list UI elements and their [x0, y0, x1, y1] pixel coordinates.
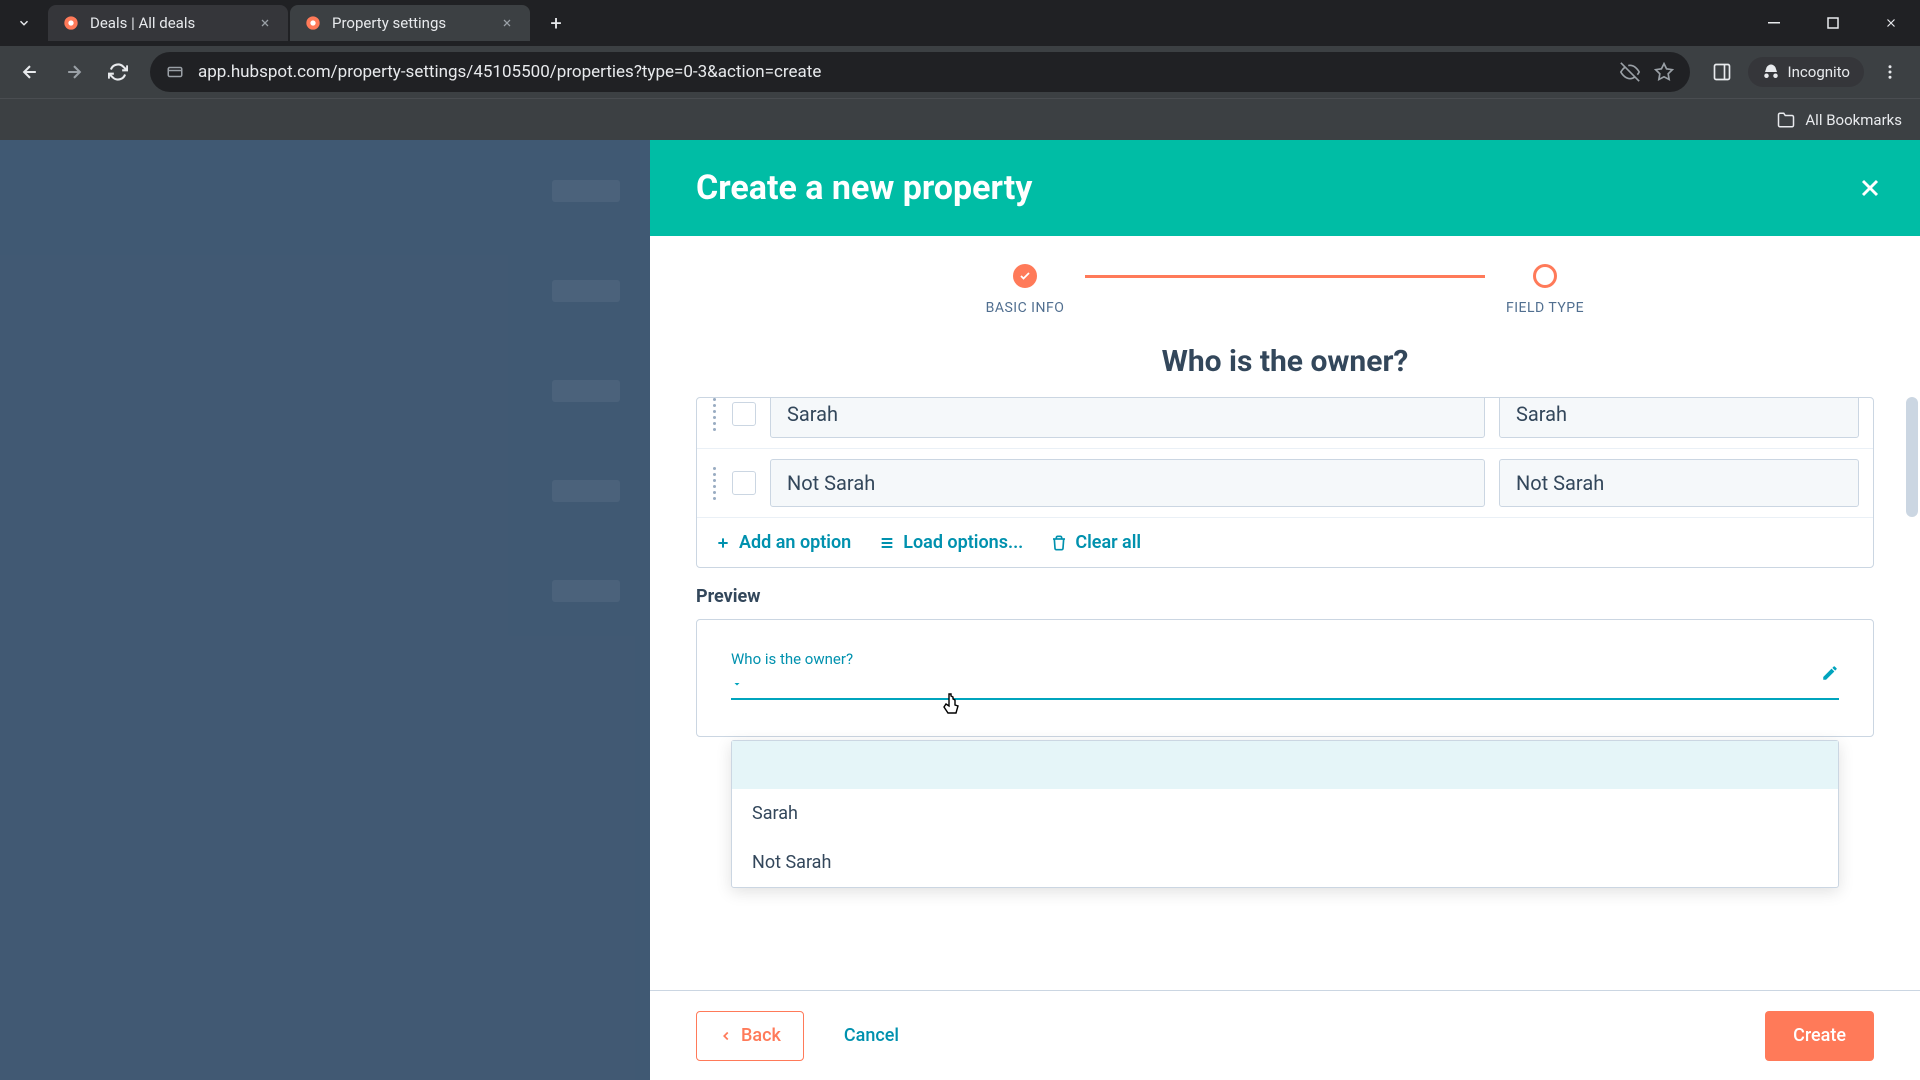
- clear-all-button[interactable]: Clear all: [1051, 532, 1141, 553]
- list-icon: [879, 535, 895, 551]
- option-label-input[interactable]: [770, 459, 1485, 507]
- preview-dropdown-list: Sarah Not Sarah: [731, 740, 1839, 888]
- tab-title: Deals | All deals: [90, 14, 246, 32]
- caret-down-icon: [731, 678, 743, 690]
- back-label: Back: [741, 1025, 781, 1046]
- dropdown-item-blank[interactable]: [732, 741, 1838, 789]
- browser-menu-button[interactable]: [1872, 54, 1908, 90]
- background-element: [552, 580, 620, 602]
- options-table: Add an option Load options... Clear all: [696, 397, 1874, 568]
- create-label: Create: [1793, 1025, 1846, 1046]
- panel-title: Create a new property: [696, 168, 1032, 208]
- option-checkbox[interactable]: [732, 402, 756, 426]
- close-tab-icon[interactable]: [256, 14, 274, 32]
- create-property-panel: Create a new property BASIC INFO FIELD T…: [650, 140, 1920, 1080]
- preview-section-label: Preview: [696, 586, 1874, 607]
- step-label: BASIC INFO: [986, 300, 1065, 316]
- chevron-left-icon: [719, 1029, 733, 1043]
- option-row: [697, 397, 1873, 449]
- step-basic-info-circle[interactable]: [1013, 264, 1037, 288]
- preview-select[interactable]: [731, 672, 1839, 700]
- incognito-icon: [1762, 63, 1780, 81]
- step-label: FIELD TYPE: [1506, 300, 1584, 316]
- nav-back-button[interactable]: [12, 54, 48, 90]
- new-tab-button[interactable]: +: [540, 7, 572, 39]
- clear-all-label: Clear all: [1075, 532, 1141, 553]
- add-option-label: Add an option: [739, 532, 851, 553]
- cancel-label: Cancel: [844, 1025, 899, 1046]
- add-option-button[interactable]: Add an option: [715, 532, 851, 553]
- dropdown-item[interactable]: Not Sarah: [732, 838, 1838, 887]
- background-element: [552, 280, 620, 302]
- back-button[interactable]: Back: [696, 1011, 804, 1061]
- create-button[interactable]: Create: [1765, 1011, 1874, 1061]
- window-maximize[interactable]: [1804, 0, 1862, 46]
- incognito-badge[interactable]: Incognito: [1748, 57, 1864, 87]
- all-bookmarks-link[interactable]: All Bookmarks: [1805, 111, 1902, 129]
- browser-tab-deals[interactable]: Deals | All deals: [48, 5, 288, 41]
- plus-icon: [715, 535, 731, 551]
- edit-icon[interactable]: [1821, 664, 1839, 682]
- stepper: BASIC INFO FIELD TYPE: [650, 236, 1920, 330]
- bookmark-star-icon[interactable]: [1654, 62, 1674, 82]
- background-element: [552, 480, 620, 502]
- step-field-type-circle[interactable]: [1533, 264, 1557, 288]
- nav-reload-button[interactable]: [100, 54, 136, 90]
- preview-box: Who is the owner? Sarah Not Sarah: [696, 619, 1874, 737]
- trash-icon: [1051, 535, 1067, 551]
- preview-field-label: Who is the owner?: [731, 650, 1839, 668]
- background-element: [552, 180, 620, 202]
- step-connector: [1085, 275, 1485, 278]
- address-bar[interactable]: app.hubspot.com/property-settings/451055…: [150, 52, 1690, 92]
- tab-search-button[interactable]: [8, 7, 40, 39]
- browser-tab-property-settings[interactable]: Property settings: [290, 5, 530, 41]
- option-label-input[interactable]: [770, 397, 1485, 438]
- nav-forward-button: [56, 54, 92, 90]
- tab-title: Property settings: [332, 14, 488, 32]
- window-close[interactable]: [1862, 0, 1920, 46]
- dropdown-item[interactable]: Sarah: [732, 789, 1838, 838]
- drag-handle-icon[interactable]: [711, 467, 718, 500]
- site-settings-icon[interactable]: [166, 63, 184, 81]
- option-row: [697, 449, 1873, 518]
- side-panel-button[interactable]: [1704, 54, 1740, 90]
- background-element: [552, 380, 620, 402]
- property-name: Who is the owner?: [650, 344, 1920, 379]
- load-options-button[interactable]: Load options...: [879, 532, 1023, 553]
- close-panel-button[interactable]: [1848, 166, 1892, 210]
- eye-off-icon[interactable]: [1620, 62, 1640, 82]
- folder-icon: [1777, 111, 1795, 129]
- incognito-label: Incognito: [1788, 63, 1850, 81]
- option-internal-value-input[interactable]: [1499, 459, 1859, 507]
- drag-handle-icon[interactable]: [711, 398, 718, 431]
- hubspot-favicon: [62, 14, 80, 32]
- url-text: app.hubspot.com/property-settings/451055…: [198, 62, 1608, 82]
- option-internal-value-input[interactable]: [1499, 397, 1859, 438]
- option-checkbox[interactable]: [732, 471, 756, 495]
- scrollbar-thumb[interactable]: [1906, 397, 1918, 517]
- load-options-label: Load options...: [903, 532, 1023, 553]
- hubspot-favicon: [304, 14, 322, 32]
- cancel-button[interactable]: Cancel: [822, 1011, 921, 1061]
- window-minimize[interactable]: [1746, 0, 1804, 46]
- close-tab-icon[interactable]: [498, 14, 516, 32]
